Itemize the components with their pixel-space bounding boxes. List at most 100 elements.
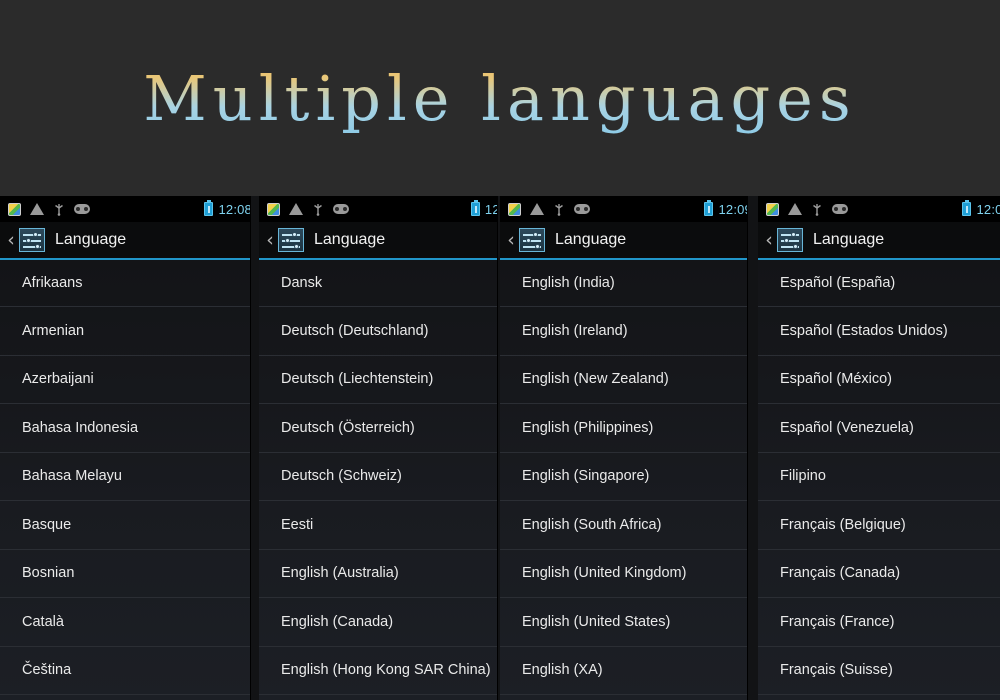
settings-sliders-icon bbox=[19, 228, 45, 252]
gamepad-icon bbox=[74, 204, 90, 214]
status-right-3: 12:09 bbox=[704, 200, 747, 217]
title-area: Multiple languages bbox=[0, 0, 1000, 196]
list-item[interactable]: English (New Zealand) bbox=[500, 356, 747, 404]
list-item[interactable]: Español (Estados Unidos) bbox=[758, 307, 1000, 356]
list-item[interactable]: Filipino bbox=[758, 453, 1000, 501]
warning-triangle-icon bbox=[788, 203, 802, 215]
list-item[interactable]: Bahasa Indonesia bbox=[0, 404, 250, 453]
gamepad-icon bbox=[333, 204, 349, 214]
action-bar-1: ‹ Language bbox=[0, 222, 250, 260]
list-item[interactable]: Español (México) bbox=[758, 356, 1000, 404]
gallery-icon bbox=[8, 202, 21, 216]
phone-panel-1: 12:08 ‹ Language Afrikaans Armenian Azer… bbox=[0, 196, 250, 700]
screenshot-stage: Multiple languages 12:08 ‹ Language Afri… bbox=[0, 0, 1000, 700]
status-right-4: 12:09 bbox=[962, 200, 1000, 217]
action-bar-3: ‹ Language bbox=[500, 222, 747, 260]
action-bar-4: ‹ Language bbox=[758, 222, 1000, 260]
action-bar-2: ‹ Language bbox=[259, 222, 497, 260]
language-list-3[interactable]: English (India) English (Ireland) Englis… bbox=[500, 260, 747, 700]
action-bar-title: Language bbox=[314, 231, 386, 248]
list-item[interactable]: Bahasa Melayu bbox=[0, 453, 250, 501]
list-item[interactable]: Bosnian bbox=[0, 550, 250, 598]
language-list-1[interactable]: Afrikaans Armenian Azerbaijani Bahasa In… bbox=[0, 260, 250, 700]
page-title: Multiple languages bbox=[143, 61, 857, 135]
language-list-4[interactable]: Español (España) Español (Estados Unidos… bbox=[758, 260, 1000, 700]
list-item[interactable]: Français (Belgique) bbox=[758, 501, 1000, 550]
phone-panels-strip: 12:08 ‹ Language Afrikaans Armenian Azer… bbox=[0, 196, 1000, 700]
battery-icon bbox=[470, 200, 480, 216]
list-item[interactable]: Català bbox=[0, 598, 250, 647]
list-item[interactable]: Azerbaijani bbox=[0, 356, 250, 404]
action-bar-title: Language bbox=[813, 231, 885, 248]
usb-icon bbox=[813, 203, 821, 216]
phone-panel-3: 12:09 ‹ Language English (India) English… bbox=[497, 196, 747, 700]
list-item[interactable]: Français (Suisse) bbox=[758, 647, 1000, 695]
status-icons-2 bbox=[267, 202, 349, 216]
list-item[interactable]: Dansk bbox=[259, 260, 497, 307]
status-right-2: 12:0 bbox=[470, 200, 497, 217]
usb-icon bbox=[555, 203, 563, 216]
battery-icon bbox=[204, 200, 214, 216]
back-chevron-icon[interactable]: ‹ bbox=[263, 230, 277, 250]
list-item[interactable]: Français (France) bbox=[758, 598, 1000, 647]
usb-icon bbox=[55, 203, 63, 216]
list-item[interactable]: Armenian bbox=[0, 307, 250, 356]
settings-sliders-icon bbox=[777, 228, 803, 252]
status-icons-3 bbox=[508, 202, 590, 216]
language-list-2[interactable]: Dansk Deutsch (Deutschland) Deutsch (Lie… bbox=[259, 260, 497, 700]
list-item[interactable]: English (United States) bbox=[500, 598, 747, 647]
gallery-icon bbox=[508, 202, 521, 216]
list-item[interactable]: English (XA) bbox=[500, 647, 747, 695]
back-chevron-icon[interactable]: ‹ bbox=[504, 230, 518, 250]
list-item[interactable]: English (Hong Kong SAR China) bbox=[259, 647, 497, 695]
list-item[interactable]: English (Ireland) bbox=[500, 307, 747, 356]
warning-triangle-icon bbox=[530, 203, 544, 215]
usb-icon bbox=[314, 203, 322, 216]
list-item[interactable]: Deutsch (Schweiz) bbox=[259, 453, 497, 501]
list-item[interactable]: Español (España) bbox=[758, 260, 1000, 307]
phone-panel-4: 12:09 ‹ Language Español (España) Españo… bbox=[747, 196, 1000, 700]
status-bar-4: 12:09 bbox=[758, 196, 1000, 222]
status-clock: 12:09 bbox=[976, 201, 1000, 217]
phone-panel-2: 12:0 ‹ Language Dansk Deutsch (Deutschla… bbox=[250, 196, 497, 700]
list-item[interactable]: Español (Venezuela) bbox=[758, 404, 1000, 453]
status-bar-1: 12:08 bbox=[0, 196, 250, 222]
list-item[interactable]: Français (Canada) bbox=[758, 550, 1000, 598]
action-bar-title: Language bbox=[555, 231, 627, 248]
status-clock: 12:08 bbox=[218, 201, 250, 217]
list-item[interactable]: English (United Kingdom) bbox=[500, 550, 747, 598]
gamepad-icon bbox=[574, 204, 590, 214]
status-bar-2: 12:0 bbox=[259, 196, 497, 222]
list-item[interactable]: English (Philippines) bbox=[500, 404, 747, 453]
gallery-icon bbox=[766, 202, 779, 216]
warning-triangle-icon bbox=[289, 203, 303, 215]
list-item[interactable]: English (Australia) bbox=[259, 550, 497, 598]
list-item[interactable]: English (Canada) bbox=[259, 598, 497, 647]
gallery-icon bbox=[267, 202, 280, 216]
status-right-1: 12:08 bbox=[204, 200, 250, 217]
list-item[interactable]: English (India) bbox=[500, 260, 747, 307]
list-item[interactable]: Deutsch (Österreich) bbox=[259, 404, 497, 453]
back-chevron-icon[interactable]: ‹ bbox=[762, 230, 776, 250]
gamepad-icon bbox=[832, 204, 848, 214]
settings-sliders-icon bbox=[278, 228, 304, 252]
status-icons-1 bbox=[8, 202, 90, 216]
status-bar-3: 12:09 bbox=[500, 196, 747, 222]
list-item[interactable]: Eesti bbox=[259, 501, 497, 550]
list-item[interactable]: Afrikaans bbox=[0, 260, 250, 307]
settings-sliders-icon bbox=[519, 228, 545, 252]
list-item[interactable]: Deutsch (Deutschland) bbox=[259, 307, 497, 356]
list-item[interactable]: English (Singapore) bbox=[500, 453, 747, 501]
action-bar-title: Language bbox=[55, 231, 127, 248]
list-item[interactable]: English (South Africa) bbox=[500, 501, 747, 550]
battery-icon bbox=[962, 200, 972, 216]
status-icons-4 bbox=[766, 202, 848, 216]
list-item[interactable]: Čeština bbox=[0, 647, 250, 695]
battery-icon bbox=[704, 200, 714, 216]
back-chevron-icon[interactable]: ‹ bbox=[4, 230, 18, 250]
list-item[interactable]: Basque bbox=[0, 501, 250, 550]
status-clock: 12:0 bbox=[484, 201, 497, 217]
list-item[interactable]: Deutsch (Liechtenstein) bbox=[259, 356, 497, 404]
status-clock: 12:09 bbox=[718, 201, 747, 217]
warning-triangle-icon bbox=[30, 203, 44, 215]
